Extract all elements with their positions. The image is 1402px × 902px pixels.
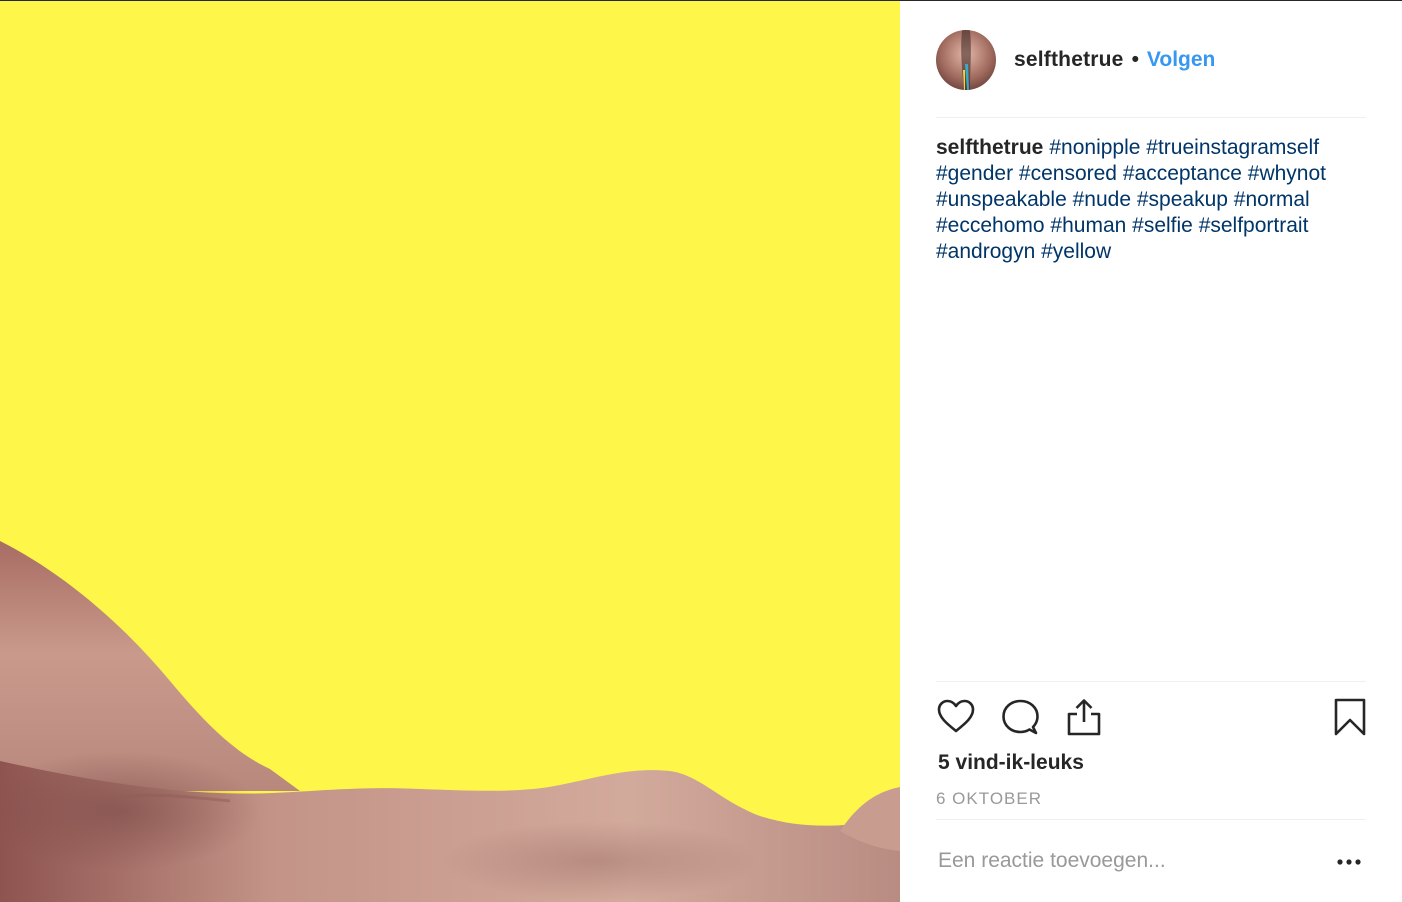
- hashtag-link[interactable]: #unspeakable: [936, 188, 1067, 211]
- hashtag-link[interactable]: #trueinstagramself: [1146, 136, 1319, 159]
- caption-username[interactable]: selfthetrue: [936, 136, 1043, 159]
- header-username[interactable]: selfthetrue: [1014, 48, 1124, 72]
- hashtag-link[interactable]: #speakup: [1137, 188, 1228, 211]
- post-caption: selfthetrue #nonipple #trueinstagramself …: [936, 135, 1376, 265]
- more-options-icon: [1337, 859, 1361, 865]
- likes-count[interactable]: 5 vind-ik-leuks: [938, 751, 1084, 775]
- post-sidebar: selfthetrue • Volgen selfthetrue #nonippl…: [900, 1, 1402, 902]
- comment-button[interactable]: [1000, 697, 1042, 739]
- hashtag-link[interactable]: #human: [1050, 214, 1126, 237]
- hashtag-link[interactable]: #nonipple: [1049, 136, 1140, 159]
- hashtag-link[interactable]: #androgyn: [936, 240, 1035, 263]
- speech-bubble-icon: [1002, 699, 1039, 735]
- heart-icon: [937, 699, 975, 733]
- more-options-button[interactable]: [1336, 851, 1362, 873]
- post-photo-yellow-body: [0, 1, 900, 902]
- comment-input[interactable]: [936, 843, 1320, 879]
- instagram-post: selfthetrue • Volgen selfthetrue #nonippl…: [0, 0, 1402, 902]
- hashtag-link[interactable]: #selfie: [1132, 214, 1193, 237]
- bookmark-icon: [1334, 698, 1366, 736]
- action-bar: [936, 697, 1366, 739]
- share-upload-icon: [1067, 699, 1101, 736]
- hashtag-link[interactable]: #acceptance: [1123, 162, 1242, 185]
- separator-dot: •: [1131, 48, 1139, 71]
- save-button[interactable]: [1330, 697, 1372, 739]
- share-button[interactable]: [1064, 697, 1106, 739]
- follow-button[interactable]: Volgen: [1147, 48, 1215, 72]
- post-date[interactable]: 6 OKTOBER: [936, 789, 1042, 809]
- header-divider: [936, 117, 1366, 118]
- avatar[interactable]: [936, 30, 996, 90]
- hashtag-link[interactable]: #gender: [936, 162, 1013, 185]
- post-image[interactable]: [0, 1, 900, 902]
- comment-divider: [936, 819, 1366, 820]
- like-button[interactable]: [936, 697, 978, 739]
- hashtag-link[interactable]: #yellow: [1041, 240, 1111, 263]
- hashtag-link[interactable]: #eccehomo: [936, 214, 1045, 237]
- post-header: selfthetrue • Volgen: [936, 29, 1215, 91]
- hashtag-link[interactable]: #normal: [1234, 188, 1310, 211]
- actions-divider: [936, 681, 1366, 682]
- hashtag-link[interactable]: #nude: [1073, 188, 1131, 211]
- hashtag-link[interactable]: #selfportrait: [1199, 214, 1309, 237]
- avatar-image: [936, 30, 996, 90]
- hashtag-link[interactable]: #censored: [1019, 162, 1117, 185]
- hashtag-link[interactable]: #whynot: [1248, 162, 1326, 185]
